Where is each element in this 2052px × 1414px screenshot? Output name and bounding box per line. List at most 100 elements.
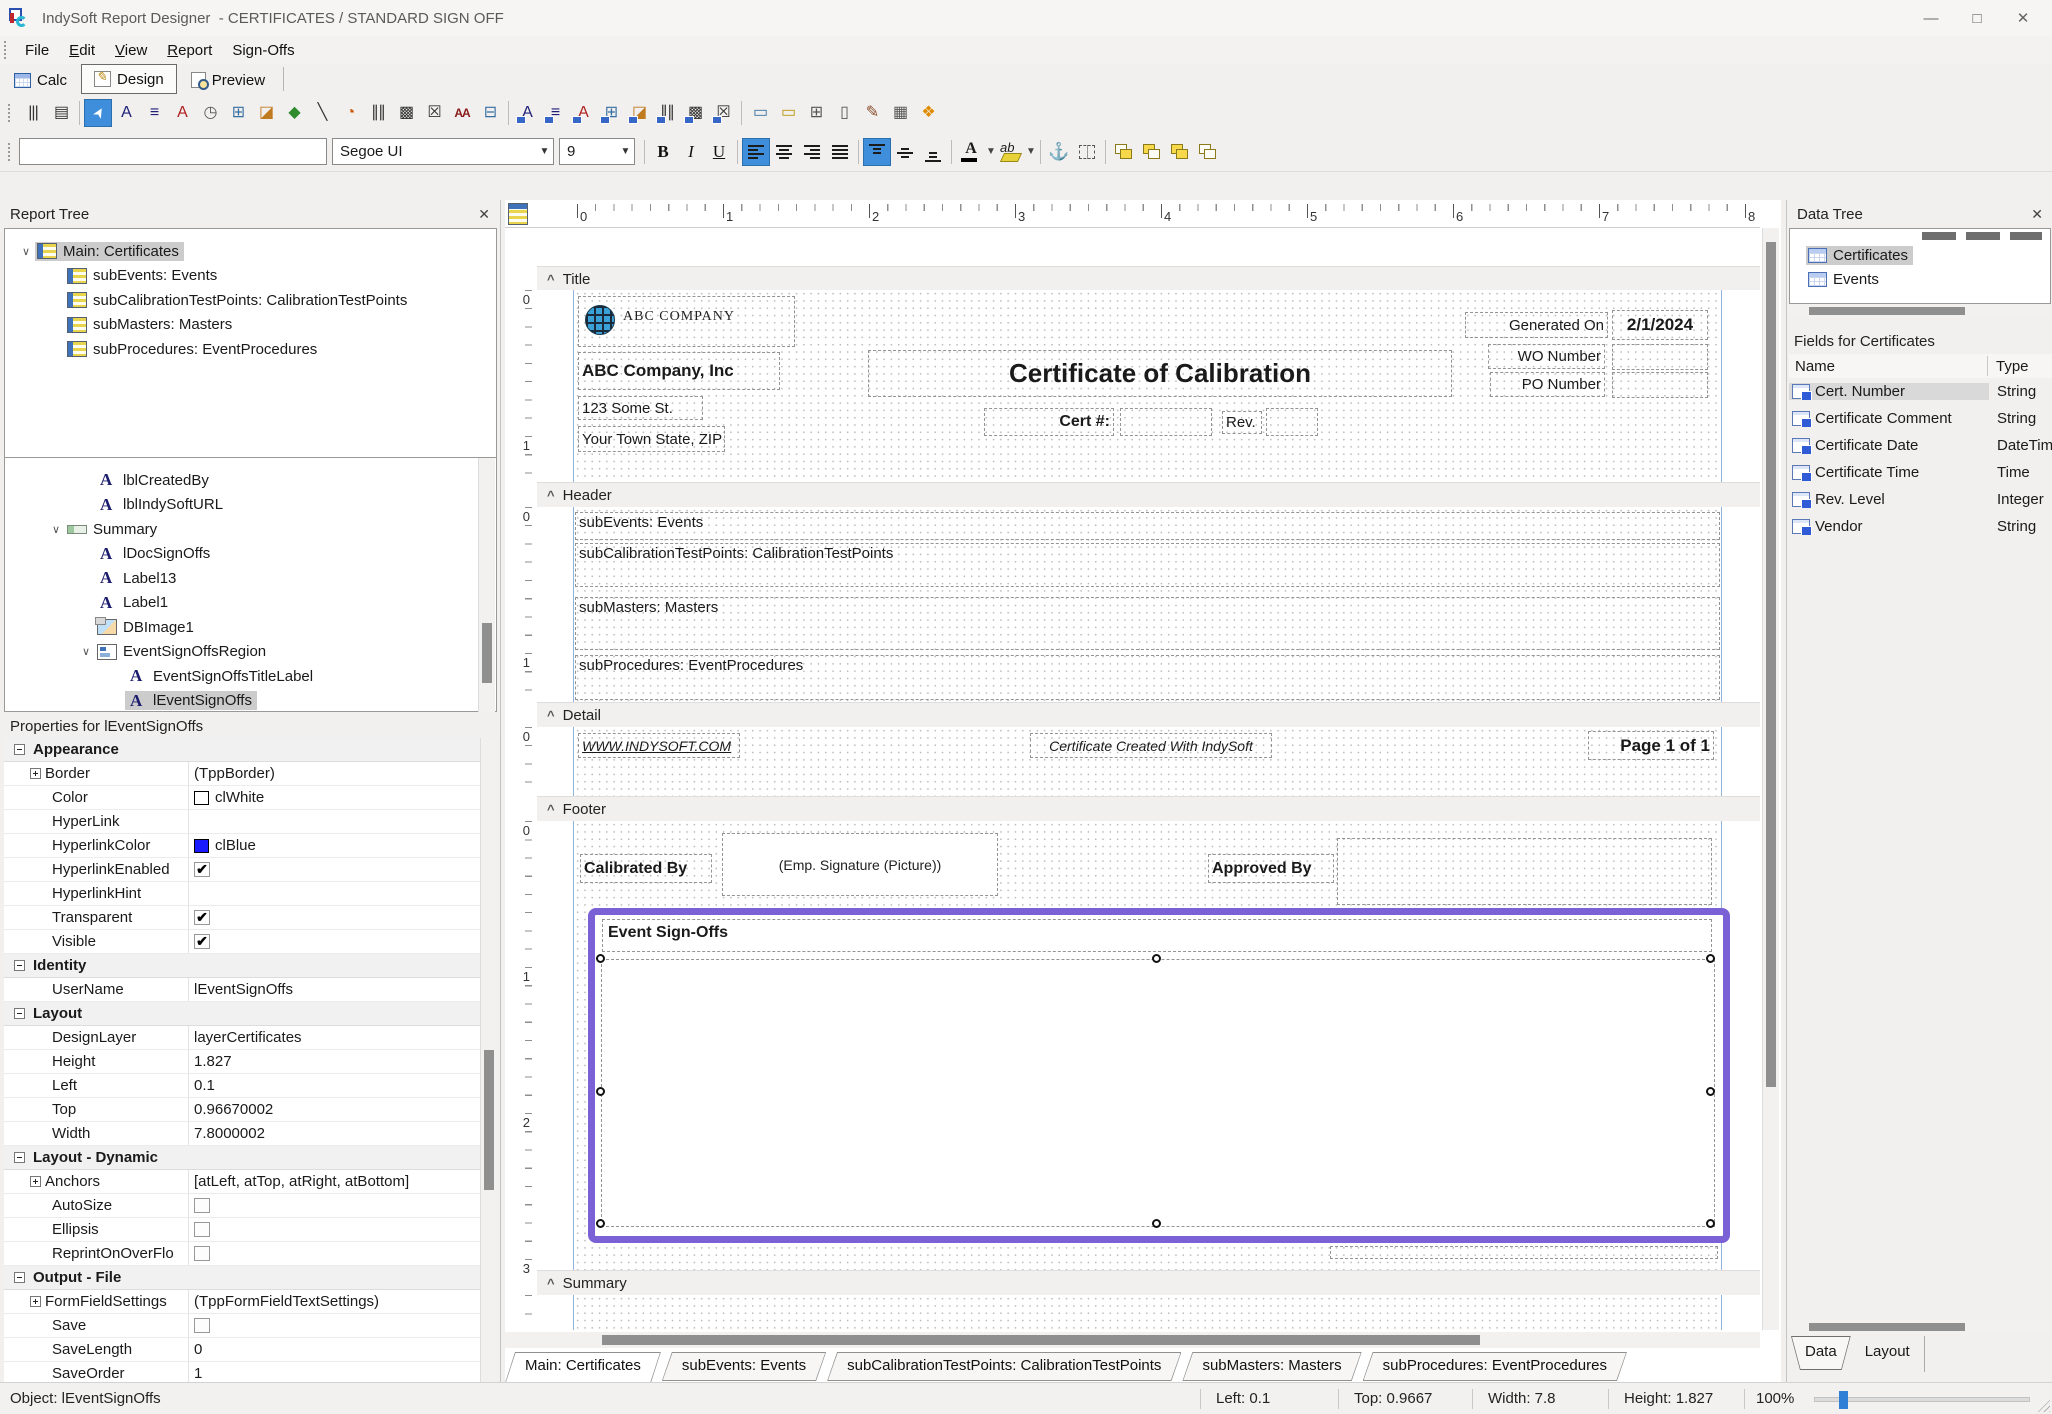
property-row-reprintonoverflo[interactable]: ReprintOnOverFlo — [4, 1242, 480, 1266]
property-row-autosize[interactable]: AutoSize — [4, 1194, 480, 1218]
approved-by-label[interactable]: Approved By — [1208, 854, 1334, 883]
borders-button[interactable] — [1073, 138, 1101, 166]
band-summary[interactable] — [537, 1295, 1760, 1330]
event-signoffs-region-selected[interactable]: Event Sign-Offs — [588, 908, 1730, 1243]
matrix-tool-icon[interactable]: ▦ — [886, 99, 914, 127]
subreport-subcalibrationtestpoints[interactable]: subCalibrationTestPoints: CalibrationTes… — [575, 543, 1720, 587]
wo-number-field[interactable] — [1612, 344, 1708, 370]
resize-grip[interactable] — [2036, 1398, 2050, 1412]
property-group-layout-dynamic[interactable]: Layout - Dynamic — [4, 1146, 480, 1170]
band-header-summary[interactable]: ^Summary — [537, 1270, 1760, 1295]
company-logo-image[interactable]: ABC COMPANY — [578, 296, 795, 347]
indysoft-url-label[interactable]: WWW.INDYSOFT.COM — [578, 733, 740, 758]
barcode2d-tool-icon[interactable]: ▩ — [392, 99, 420, 127]
zoom-slider-thumb[interactable] — [1839, 1391, 1848, 1409]
cert-number-label[interactable]: Cert #: — [984, 408, 1114, 436]
rev-field[interactable] — [1266, 408, 1318, 436]
band-footer[interactable]: Calibrated By(Emp. Signature (Picture))A… — [537, 821, 1760, 1270]
paintbrush-tool-icon[interactable]: ✎ — [858, 99, 886, 127]
event-signoffs-memo-selected[interactable] — [601, 959, 1715, 1227]
tree-item-leventsignoffs[interactable]: lEventSignOffs — [5, 689, 496, 714]
selection-handle[interactable] — [1706, 954, 1715, 963]
column-type[interactable]: Type — [1988, 358, 2029, 375]
dbrichtext-tool-icon[interactable]: A — [569, 99, 597, 127]
underline-button[interactable]: U — [705, 138, 733, 166]
bring-to-front-button[interactable] — [1110, 138, 1138, 166]
report-tree-scrollbar[interactable] — [478, 458, 495, 712]
data-tree-item-events[interactable]: Events — [1790, 268, 2050, 293]
property-row-formfieldsettings[interactable]: FormFieldSettings(TppFormFieldTextSettin… — [4, 1290, 480, 1314]
property-row-saveorder[interactable]: SaveOrder1 — [4, 1362, 480, 1382]
band-header[interactable]: subEvents: EventssubCalibrationTestPoint… — [537, 507, 1760, 702]
font-name-combobox[interactable]: Segoe UI▼ — [332, 138, 554, 165]
property-row-hyperlinkenabled[interactable]: HyperlinkEnabled✔ — [4, 858, 480, 882]
approved-signature-area[interactable] — [1337, 838, 1712, 905]
canvas-body[interactable]: ^TitleABC COMPANYABC Company, Inc123 Som… — [505, 228, 1760, 1330]
anchor-button[interactable]: ⚓ — [1045, 138, 1073, 166]
calculator-tool-icon[interactable]: ⊟ — [476, 99, 504, 127]
tree-item-subprocedures-eventprocedures[interactable]: subProcedures: EventProcedures — [5, 337, 496, 362]
checkbox-unchecked[interactable] — [194, 1222, 210, 1237]
subreport-tool-icon[interactable]: ▭ — [774, 99, 802, 127]
band-title[interactable]: ABC COMPANYABC Company, Inc123 Some St.Y… — [537, 290, 1760, 482]
property-row-hyperlinkhint[interactable]: HyperlinkHint — [4, 882, 480, 906]
style-combobox[interactable] — [19, 138, 327, 165]
band-detail[interactable]: WWW.INDYSOFT.COM Certificate Created With… — [537, 727, 1760, 796]
valign-top-button[interactable] — [863, 138, 891, 166]
column-name[interactable]: Name — [1789, 358, 1987, 375]
dbtext-tool-icon[interactable]: A — [513, 99, 541, 127]
tree-item-dbimage1[interactable]: DBImage1 — [5, 615, 496, 640]
fontmaster-tool-icon[interactable]: AA — [448, 99, 476, 127]
font-size-combobox[interactable]: 9▼ — [559, 138, 635, 165]
move-forward-button[interactable] — [1166, 138, 1194, 166]
overflow-fragment[interactable] — [1330, 1246, 1718, 1259]
data-tree-hscrollbar[interactable] — [1789, 304, 2051, 318]
tree-item-submasters-masters[interactable]: subMasters: Masters — [5, 313, 496, 338]
property-row-color[interactable]: ColorclWhite — [4, 786, 480, 810]
minimize-button[interactable]: — — [1908, 1, 1954, 35]
band-header-footer[interactable]: ^Footer — [537, 796, 1760, 821]
address2-label[interactable]: Your Town State, ZIP — [578, 426, 725, 452]
report-groups-icon[interactable]: ▤ — [47, 99, 75, 127]
property-row-top[interactable]: Top0.96670002 — [4, 1098, 480, 1122]
field-row-certificate-time[interactable]: Certificate TimeTime — [1789, 459, 2052, 486]
highlight-color-button[interactable] — [996, 138, 1026, 166]
selection-handle[interactable] — [596, 1087, 605, 1096]
selection-handle[interactable] — [596, 954, 605, 963]
property-row-border[interactable]: Border(TppBorder) — [4, 762, 480, 786]
properties-scrollbar[interactable] — [480, 738, 497, 1382]
tree-item-lblcreatedby[interactable]: lblCreatedBy — [5, 468, 496, 493]
canvas-vertical-scrollbar[interactable] — [1762, 228, 1779, 1330]
placemarker-tool-icon[interactable]: ❖ — [914, 99, 942, 127]
selection-handle[interactable] — [1706, 1087, 1715, 1096]
memo-tool-icon[interactable]: ≡ — [140, 99, 168, 127]
calctext-tool-icon[interactable]: ⊞ — [224, 99, 252, 127]
field-row-rev-level[interactable]: Rev. LevelInteger — [1789, 486, 2052, 513]
valign-middle-button[interactable] — [891, 138, 919, 166]
created-with-label[interactable]: Certificate Created With IndySoft — [1030, 733, 1272, 758]
company-name-label[interactable]: ABC Company, Inc — [578, 352, 780, 390]
dbcheckbox-tool-icon[interactable]: ☒ — [709, 99, 737, 127]
align-left-button[interactable] — [742, 138, 770, 166]
property-group-appearance[interactable]: Appearance — [4, 738, 480, 762]
close-icon[interactable]: ✕ — [2031, 206, 2043, 223]
doc-tab-submasters-masters[interactable]: subMasters: Masters — [1182, 1352, 1361, 1381]
scrollbar-thumb[interactable] — [1809, 1323, 1965, 1331]
scrollbar-thumb[interactable] — [482, 623, 492, 683]
property-row-transparent[interactable]: Transparent✔ — [4, 906, 480, 930]
close-icon[interactable]: ✕ — [478, 206, 490, 223]
property-row-ellipsis[interactable]: Ellipsis — [4, 1218, 480, 1242]
chevron-down-icon[interactable]: ▼ — [1026, 146, 1036, 157]
calibrated-by-label[interactable]: Calibrated By — [580, 854, 712, 883]
selection-handle[interactable] — [596, 1219, 605, 1228]
tree-item-subevents-events[interactable]: subEvents: Events — [5, 264, 496, 289]
menu-edit[interactable]: Edit — [59, 40, 105, 61]
selection-handle[interactable] — [1706, 1219, 1715, 1228]
doc-tab-subevents-events[interactable]: subEvents: Events — [662, 1352, 826, 1381]
tab-calc[interactable]: Calc — [2, 66, 79, 94]
scrollbar-thumb[interactable] — [602, 1335, 1480, 1345]
menu-file[interactable]: File — [15, 40, 59, 61]
tree-item-main-certificates[interactable]: ∨Main: Certificates — [5, 239, 496, 264]
richtext-tool-icon[interactable]: A — [168, 99, 196, 127]
dbcalc-tool-icon[interactable]: ⊞ — [597, 99, 625, 127]
